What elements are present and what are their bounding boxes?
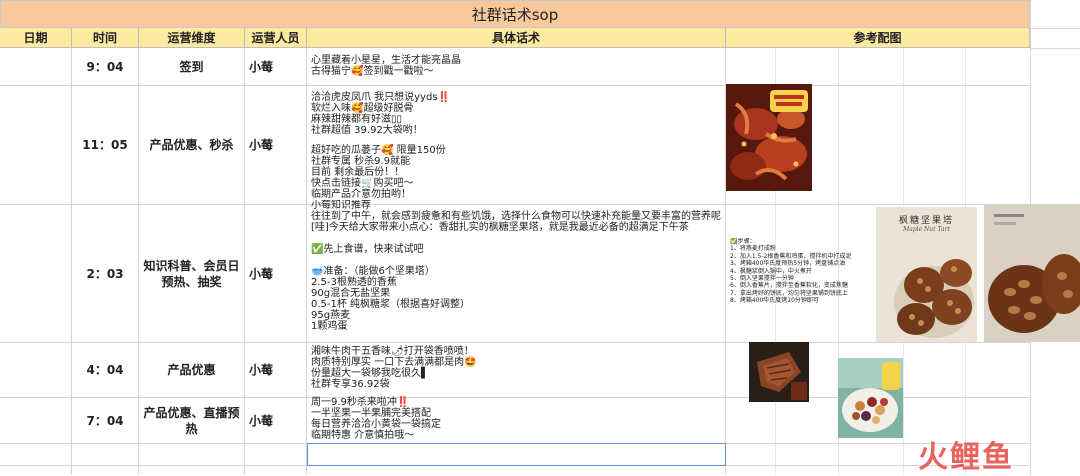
row1-time[interactable]: 9：04 xyxy=(72,49,138,85)
row2-time[interactable]: 11：05 xyxy=(72,86,138,204)
beef-jerky-photo[interactable] xyxy=(749,342,809,402)
row5-dimension[interactable]: 产品优惠、直播预热 xyxy=(139,398,244,443)
sheet-title[interactable]: 社群话术sop xyxy=(0,0,1030,28)
row4-dimension[interactable]: 产品优惠 xyxy=(139,343,244,397)
row4-operator[interactable]: 小莓 xyxy=(245,343,306,397)
nut-tart-card-photo[interactable]: 枫糖坚果塔 Maple Nut Tart xyxy=(876,207,977,342)
row4-script[interactable]: 湘味牛肉干五香味🌶打开袋香喷喷！ 肉质特别厚实 一口下去满满都是肉🤩 份量超大一… xyxy=(311,346,721,390)
row5-script[interactable]: 周一9.9秒杀来啦冲‼️ 一半坚果一半果脯完美搭配 每日营养洽洽小黄袋一袋搞定 … xyxy=(311,397,721,441)
header-dimension[interactable]: 运营维度 xyxy=(139,28,245,48)
row4-time[interactable]: 4：04 xyxy=(72,343,138,397)
recipe-steps-image[interactable]: ✅步骤： 1、将燕麦打成粉 2、加入1.5-2根香蕉和鸡蛋，搅拌机中打成泥 3、… xyxy=(730,238,876,324)
row2-operator[interactable]: 小莓 xyxy=(245,86,306,204)
row3-script[interactable]: 小莓知识推荐 往往到了中午，就会感到疲惫和有些饥饿，选择什么食物可以快速补充能量… xyxy=(311,200,725,342)
header-operator[interactable]: 运营人员 xyxy=(245,28,307,48)
nut-tart-caption: 枫糖坚果塔 xyxy=(898,216,954,226)
row5-operator[interactable]: 小莓 xyxy=(245,398,306,443)
chicken-feet-photo[interactable] xyxy=(726,84,812,191)
row3-operator[interactable]: 小莓 xyxy=(245,205,306,342)
nut-tart-closeup-photo[interactable] xyxy=(984,204,1080,342)
selected-cell[interactable] xyxy=(307,443,726,466)
mixed-nuts-photo[interactable] xyxy=(838,358,903,438)
row1-dimension[interactable]: 签到 xyxy=(139,49,244,85)
row1-operator[interactable]: 小莓 xyxy=(245,49,306,85)
row2-script-b[interactable]: 超好吃的瓜蒌子🥰 限量150份 社群专属 秒杀9.9就能 目前 剩余最后份！！ … xyxy=(311,145,721,200)
header-date[interactable]: 日期 xyxy=(0,28,72,48)
row2-dimension[interactable]: 产品优惠、秒杀 xyxy=(139,86,244,204)
header-time[interactable]: 时间 xyxy=(72,28,139,48)
header-script[interactable]: 具体话术 xyxy=(307,28,726,48)
row2-script-a[interactable]: 洽洽虎皮凤爪 我只想说yyds‼️ 软烂入味🥰超级好脱骨 麻辣甜辣都有好滋▯▯ … xyxy=(311,92,721,136)
row3-dimension[interactable]: 知识科普、会员日预热、抽奖 xyxy=(139,205,244,342)
row1-script[interactable]: 心里藏着小星星，生活才能亮晶晶 古得猫宁🥰签到戳一戳啦～ xyxy=(311,55,721,77)
header-images[interactable]: 参考配图 xyxy=(726,28,1030,48)
nut-tart-caption-en: Maple Nut Tart xyxy=(903,226,950,233)
row3-time[interactable]: 2：03 xyxy=(72,205,138,342)
grid-line xyxy=(306,48,307,475)
row5-time[interactable]: 7：04 xyxy=(72,398,138,443)
brand-watermark: 火鲤鱼 xyxy=(918,440,1014,475)
